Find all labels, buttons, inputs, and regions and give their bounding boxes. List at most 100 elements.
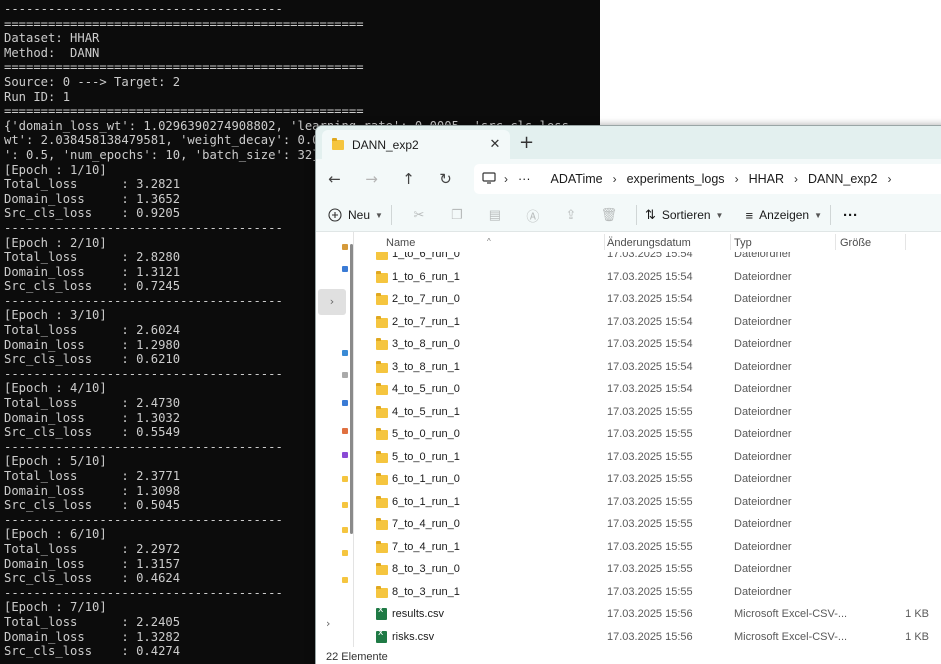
nav-folder-icon[interactable]: [342, 527, 348, 533]
back-arrow-icon[interactable]: ←: [316, 170, 353, 188]
nav-videos-icon[interactable]: [342, 452, 348, 458]
breadcrumb-hhar[interactable]: HHAR: [749, 172, 784, 186]
sort-icon: ⇅: [644, 207, 656, 222]
file-name: 2_to_7_run_1: [392, 315, 460, 328]
file-row[interactable]: 8_to_3_run_0 17.03.2025 15:55 Dateiordner: [354, 558, 941, 581]
column-divider[interactable]: [730, 234, 731, 250]
nav-folder-icon[interactable]: [342, 476, 348, 482]
folder-icon: [332, 137, 344, 150]
view-button[interactable]: ≡ Anzeigen ▼: [745, 208, 822, 223]
sort-caret-up-icon: ^: [487, 237, 491, 246]
file-row[interactable]: 7_to_4_run_1 17.03.2025 15:55 Dateiordner: [354, 536, 941, 559]
file-type: Dateiordner: [734, 518, 792, 530]
file-type: Dateiordner: [734, 252, 792, 260]
folder-icon: [376, 315, 388, 328]
file-row[interactable]: 6_to_1_run_0 17.03.2025 15:55 Dateiordner: [354, 468, 941, 491]
file-type: Dateiordner: [734, 338, 792, 350]
column-divider[interactable]: [604, 234, 605, 250]
nav-folder-icon[interactable]: [342, 550, 348, 556]
sort-button-label: Sortieren: [661, 208, 711, 222]
delete-icon[interactable]: 🗑: [590, 207, 628, 223]
folder-icon: [376, 563, 388, 575]
file-row[interactable]: 7_to_4_run_0 17.03.2025 15:55 Dateiordner: [354, 513, 941, 536]
file-name: 4_to_5_run_1: [392, 405, 460, 418]
navigation-pane[interactable]: › ›: [316, 232, 354, 647]
nav-scrollbar[interactable]: [350, 244, 353, 534]
view-lines-icon: ≡: [745, 207, 754, 223]
breadcrumb-dann-exp2[interactable]: DANN_exp2: [808, 172, 877, 186]
file-row[interactable]: 3_to_8_run_1 17.03.2025 15:54 Dateiordner: [354, 356, 941, 379]
file-row[interactable]: 5_to_0_run_0 17.03.2025 15:55 Dateiordner: [354, 423, 941, 446]
nav-downloads-icon[interactable]: [342, 400, 348, 406]
rename-icon[interactable]: Ⓐ: [514, 206, 552, 225]
file-row[interactable]: 5_to_0_run_1 17.03.2025 15:55 Dateiordner: [354, 446, 941, 469]
chevron-right-icon[interactable]: ›: [735, 172, 739, 186]
new-button[interactable]: Neu ▼: [328, 208, 383, 222]
chevron-right-icon[interactable]: ›: [794, 172, 798, 186]
terminal-line: Run ID: 1: [4, 89, 71, 104]
address-bar[interactable]: › ··· ADATime › experiments_logs › HHAR …: [474, 164, 941, 194]
terminal-line: Method: DANN: [4, 45, 100, 60]
overflow-dots-icon[interactable]: ···: [518, 172, 531, 186]
file-row[interactable]: 2_to_7_run_1 17.03.2025 15:54 Dateiordner: [354, 311, 941, 334]
column-header-size[interactable]: Größe: [840, 237, 871, 249]
breadcrumb-experiments-logs[interactable]: experiments_logs: [627, 172, 725, 186]
nav-folder-icon[interactable]: [342, 502, 348, 508]
file-row[interactable]: 1_to_6_run_1 17.03.2025 15:54 Dateiordner: [354, 266, 941, 289]
file-row[interactable]: results.csv 17.03.2025 15:56 Microsoft Exc…: [354, 603, 941, 626]
up-arrow-icon[interactable]: ↑: [390, 170, 427, 188]
chevron-right-icon[interactable]: ›: [887, 172, 891, 186]
forward-arrow-icon[interactable]: →: [353, 170, 390, 188]
chevron-right-icon[interactable]: ›: [613, 172, 617, 186]
folder-icon: [376, 585, 388, 598]
breadcrumb-adatime[interactable]: ADATime: [551, 172, 603, 186]
paste-icon[interactable]: ▤: [476, 207, 514, 223]
navigation-bar: ← → ↑ ↻ › ··· ADATime › experiments_logs…: [316, 159, 941, 199]
column-header-name[interactable]: Name: [386, 237, 415, 249]
terminal-line: Dataset: HHAR: [4, 31, 100, 46]
new-tab-icon[interactable]: +: [519, 132, 534, 153]
file-date: 17.03.2025 15:55: [607, 428, 693, 440]
file-row[interactable]: 4_to_5_run_0 17.03.2025 15:54 Dateiordner: [354, 378, 941, 401]
file-row[interactable]: 3_to_8_run_0 17.03.2025 15:54 Dateiordner: [354, 333, 941, 356]
file-row[interactable]: 4_to_5_run_1 17.03.2025 15:55 Dateiordner: [354, 401, 941, 424]
close-tab-icon[interactable]: ✕: [484, 137, 506, 152]
file-date: 17.03.2025 15:55: [607, 518, 693, 530]
nav-gallery-icon[interactable]: [342, 266, 348, 272]
tab-title: DANN_exp2: [352, 137, 419, 152]
file-row[interactable]: 1_to_6_run_0 17.03.2025 15:54 Dateiordner: [354, 252, 941, 266]
column-header-type[interactable]: Typ: [734, 237, 752, 249]
folder-icon: [376, 473, 388, 485]
chevron-right-icon[interactable]: ›: [504, 172, 508, 186]
more-options-icon[interactable]: ···: [843, 207, 858, 224]
cut-icon[interactable]: ✂: [400, 207, 438, 223]
copy-icon[interactable]: ❐: [438, 207, 476, 223]
file-date: 17.03.2025 15:54: [607, 338, 693, 350]
file-name: 8_to_3_run_0: [392, 563, 460, 575]
folder-icon: [376, 518, 388, 530]
toolbar-divider: [390, 205, 392, 225]
file-row[interactable]: 6_to_1_run_1 17.03.2025 15:55 Dateiordner: [354, 491, 941, 514]
file-row[interactable]: risks.csv 17.03.2025 15:56 Microsoft Excel…: [354, 626, 941, 648]
nav-expand-chevron-icon[interactable]: ›: [326, 617, 330, 630]
column-divider[interactable]: [905, 234, 906, 250]
refresh-icon[interactable]: ↻: [427, 170, 464, 188]
file-date: 17.03.2025 15:54: [607, 293, 693, 305]
nav-home-icon[interactable]: [342, 244, 348, 250]
column-header-date[interactable]: Änderungsdatum: [607, 237, 691, 249]
nav-desktop-icon[interactable]: [342, 350, 348, 356]
chevron-down-icon: ▼: [715, 210, 724, 220]
toolbar-divider: [635, 205, 637, 225]
nav-folder-icon[interactable]: [342, 577, 348, 583]
file-row[interactable]: 2_to_7_run_0 17.03.2025 15:54 Dateiordner: [354, 288, 941, 311]
share-icon[interactable]: ⇪: [552, 207, 590, 223]
nav-documents-icon[interactable]: [342, 372, 348, 378]
excel-csv-icon: [376, 628, 387, 643]
tab-dann-exp2[interactable]: DANN_exp2 ✕: [322, 130, 510, 159]
status-bar: 22 Elemente: [316, 647, 941, 664]
nav-expand-chevron-icon[interactable]: ›: [318, 289, 346, 315]
nav-music-icon[interactable]: [342, 428, 348, 434]
file-row[interactable]: 8_to_3_run_1 17.03.2025 15:55 Dateiordner: [354, 581, 941, 604]
sort-button[interactable]: ⇅ Sortieren ▼: [645, 207, 724, 223]
column-divider[interactable]: [835, 234, 836, 250]
